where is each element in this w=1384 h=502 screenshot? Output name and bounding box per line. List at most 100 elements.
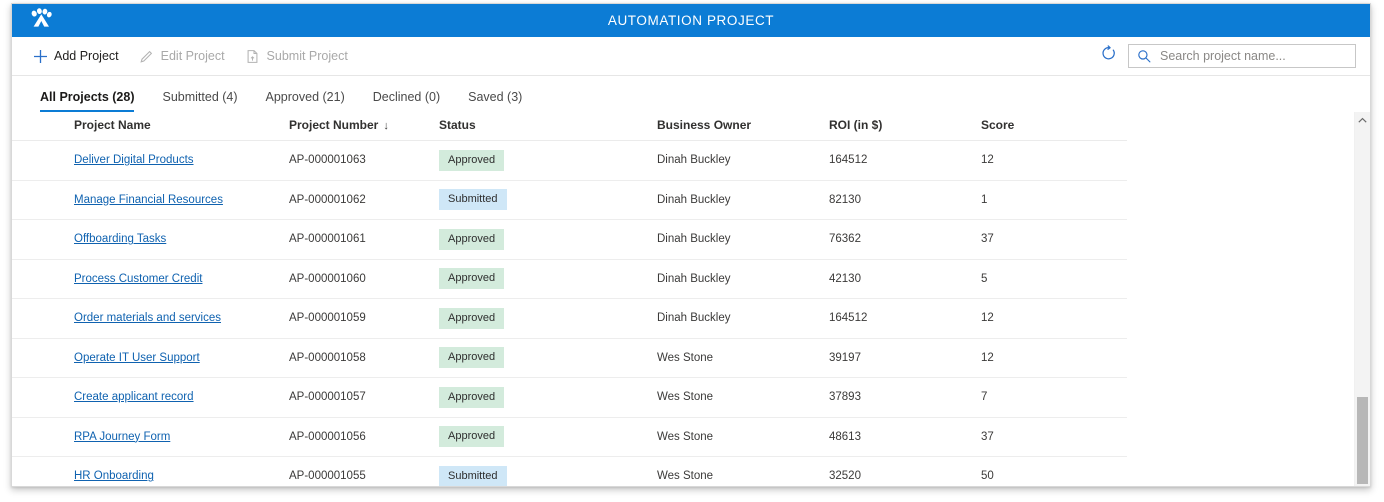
cell-project-name: HR Onboarding [12,457,289,487]
status-badge: Approved [439,150,504,171]
table-row[interactable]: Order materials and services AP-00000105… [12,299,1127,339]
cell-roi: 42130 [829,259,981,299]
cell-project-number: AP-000001056 [289,417,439,457]
cell-roi: 76362 [829,220,981,260]
submit-project-button[interactable]: Submit Project [242,45,357,67]
table-row[interactable]: Process Customer Credit AP-000001060 App… [12,259,1127,299]
cell-project-name: Operate IT User Support [12,338,289,378]
column-header-score-label: Score [981,118,1014,132]
pencil-icon [139,48,155,64]
tab-approved-label: Approved (21) [266,90,345,104]
tab-saved-label: Saved (3) [468,90,522,104]
cell-status: Submitted [439,457,657,487]
tab-all-projects[interactable]: All Projects (28) [40,90,148,112]
project-name-link[interactable]: Offboarding Tasks [74,233,166,245]
project-name-link[interactable]: Create applicant record [74,391,194,403]
scroll-up-button[interactable] [1355,112,1370,127]
column-header-score[interactable]: Score [981,112,1127,141]
status-badge: Approved [439,426,504,447]
cell-roi: 164512 [829,299,981,339]
refresh-button[interactable] [1096,44,1120,68]
add-project-button[interactable]: Add Project [29,45,128,67]
cell-business-owner: Dinah Buckley [657,299,829,339]
column-header-project-name[interactable]: Project Name [12,112,289,141]
cell-business-owner: Dinah Buckley [657,220,829,260]
column-header-status[interactable]: Status [439,112,657,141]
table-row[interactable]: Offboarding Tasks AP-000001061 Approved … [12,220,1127,260]
cell-project-name: Create applicant record [12,378,289,418]
column-header-business-owner[interactable]: Business Owner [657,112,829,141]
table-row[interactable]: Manage Financial Resources AP-000001062 … [12,180,1127,220]
cell-status: Approved [439,259,657,299]
project-name-link[interactable]: Manage Financial Resources [74,194,223,206]
add-project-label: Add Project [54,49,119,63]
cell-project-name: Process Customer Credit [12,259,289,299]
status-badge: Approved [439,268,504,289]
cell-score: 5 [981,259,1127,299]
cell-project-number: AP-000001063 [289,141,439,181]
table-header: Project Name Project Number↓ Status Busi… [12,112,1127,141]
column-header-roi[interactable]: ROI (in $) [829,112,981,141]
project-name-link[interactable]: Order materials and services [74,312,221,324]
tab-saved[interactable]: Saved (3) [454,90,536,112]
table-row[interactable]: Operate IT User Support AP-000001058 App… [12,338,1127,378]
search-icon [1137,49,1151,63]
cell-status: Approved [439,220,657,260]
cell-status: Submitted [439,180,657,220]
cell-roi: 164512 [829,141,981,181]
table-body: Deliver Digital Products AP-000001063 Ap… [12,141,1127,487]
search-input[interactable] [1158,48,1349,64]
search-box[interactable] [1128,44,1356,68]
project-name-link[interactable]: RPA Journey Form [74,431,170,443]
page-upload-icon [245,48,261,64]
cell-project-name: Order materials and services [12,299,289,339]
table-row[interactable]: Deliver Digital Products AP-000001063 Ap… [12,141,1127,181]
cell-score: 37 [981,220,1127,260]
status-badge: Approved [439,347,504,368]
status-badge: Approved [439,308,504,329]
cell-business-owner: Wes Stone [657,338,829,378]
cell-project-number: AP-000001061 [289,220,439,260]
tab-declined[interactable]: Declined (0) [359,90,454,112]
refresh-icon [1100,45,1117,67]
column-header-business-owner-label: Business Owner [657,118,751,132]
arrow-down-icon: ↓ [383,120,389,132]
status-badge: Approved [439,387,504,408]
project-name-link[interactable]: Operate IT User Support [74,352,200,364]
table-row[interactable]: HR Onboarding AP-000001055 Submitted Wes… [12,457,1127,487]
cell-status: Approved [439,378,657,418]
status-badge: Approved [439,229,504,250]
project-name-link[interactable]: Deliver Digital Products [74,154,194,166]
scrollbar-thumb[interactable] [1357,397,1368,484]
cell-score: 7 [981,378,1127,418]
tab-approved[interactable]: Approved (21) [252,90,359,112]
cell-status: Approved [439,338,657,378]
table-row[interactable]: RPA Journey Form AP-000001056 Approved W… [12,417,1127,457]
column-header-roi-label: ROI (in $) [829,118,882,132]
cell-business-owner: Wes Stone [657,417,829,457]
cell-project-name: RPA Journey Form [12,417,289,457]
cell-project-number: AP-000001057 [289,378,439,418]
cell-roi: 39197 [829,338,981,378]
cell-business-owner: Wes Stone [657,378,829,418]
cell-score: 12 [981,338,1127,378]
column-header-project-number[interactable]: Project Number↓ [289,112,439,141]
cell-project-name: Manage Financial Resources [12,180,289,220]
project-name-link[interactable]: Process Customer Credit [74,273,202,285]
project-name-link[interactable]: HR Onboarding [74,470,154,482]
tab-submitted[interactable]: Submitted (4) [148,90,251,112]
projects-table-region: Project Name Project Number↓ Status Busi… [12,112,1370,486]
cell-status: Approved [439,299,657,339]
cell-roi: 48613 [829,417,981,457]
title-bar: AUTOMATION PROJECT [12,4,1370,37]
column-header-project-name-label: Project Name [74,118,151,132]
vertical-scrollbar[interactable] [1354,112,1370,486]
projects-table: Project Name Project Number↓ Status Busi… [12,112,1127,486]
edit-project-button[interactable]: Edit Project [136,45,234,67]
cell-score: 50 [981,457,1127,487]
cell-roi: 82130 [829,180,981,220]
cell-project-number: AP-000001060 [289,259,439,299]
table-row[interactable]: Create applicant record AP-000001057 App… [12,378,1127,418]
status-badge: Submitted [439,189,507,210]
tab-all-projects-label: All Projects (28) [40,90,134,104]
